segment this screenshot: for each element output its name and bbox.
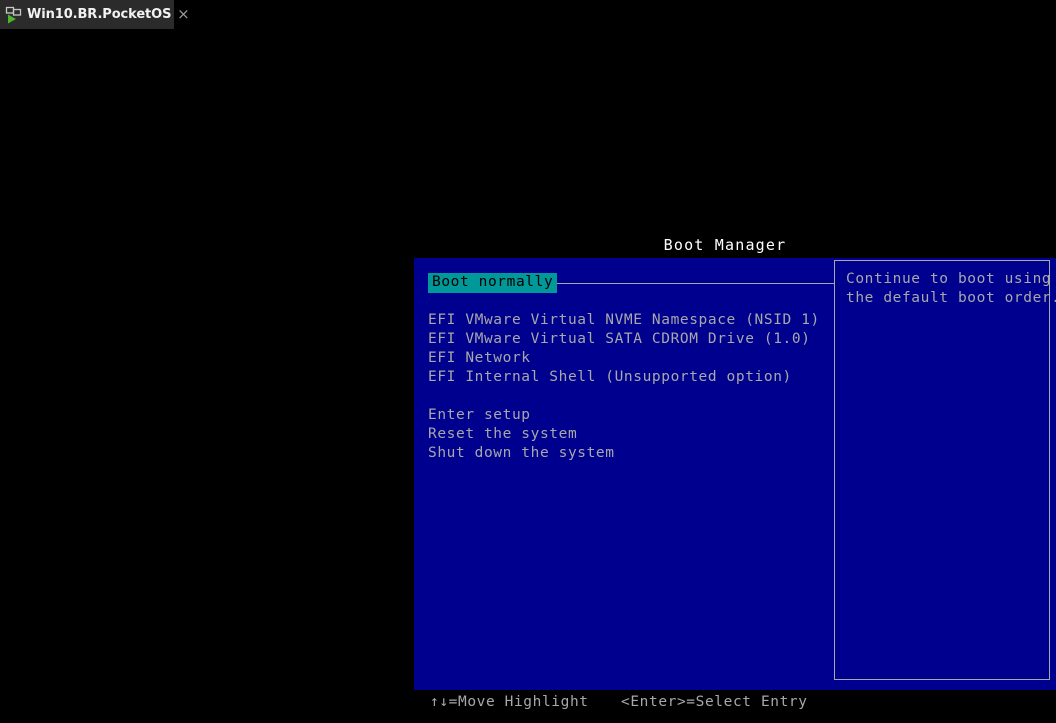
menu-spacer xyxy=(428,292,833,311)
boot-menu-item-label: EFI VMware Virtual SATA CDROM Drive (1.0… xyxy=(428,331,811,347)
boot-menu-item-label: EFI Internal Shell (Unsupported option) xyxy=(428,369,792,385)
tab-bar: Win10.BR.PocketOS × xyxy=(0,0,1056,29)
boot-menu-item-label: EFI Network xyxy=(428,350,531,366)
close-icon[interactable]: × xyxy=(171,3,195,27)
boot-menu-item-label: Boot normally xyxy=(428,273,558,293)
vm-tab-title: Win10.BR.PocketOS xyxy=(27,7,172,22)
boot-menu-item-label: Enter setup xyxy=(428,407,531,423)
help-line-1: Continue to boot using xyxy=(846,271,1052,287)
boot-menu-item-label: Shut down the system xyxy=(428,445,615,461)
vm-tab[interactable]: Win10.BR.PocketOS × xyxy=(0,0,190,29)
boot-menu-item[interactable]: EFI VMware Virtual SATA CDROM Drive (1.0… xyxy=(428,330,833,349)
boot-menu-item[interactable]: Enter setup xyxy=(428,406,833,425)
boot-menu[interactable]: Boot normally EFI VMware Virtual NVME Nam… xyxy=(428,273,833,463)
boot-menu-item[interactable]: Shut down the system xyxy=(428,444,833,463)
help-panel: Continue to boot using the default boot … xyxy=(834,260,1056,680)
page-title: Boot Manager xyxy=(663,236,787,254)
boot-manager-panel: Boot normally EFI VMware Virtual NVME Nam… xyxy=(414,258,1056,690)
vm-play-icon xyxy=(4,5,24,25)
boot-menu-item[interactable]: Reset the system xyxy=(428,425,833,444)
hint-select-entry: <Enter>=Select Entry xyxy=(621,694,808,710)
boot-menu-item-label: EFI VMware Virtual NVME Namespace (NSID … xyxy=(428,312,820,328)
key-hints-bar: ↑↓=Move Highlight <Enter>=Select Entry xyxy=(414,692,1056,716)
menu-spacer xyxy=(428,387,833,406)
boot-menu-item[interactable]: EFI VMware Virtual NVME Namespace (NSID … xyxy=(428,311,833,330)
help-text: Continue to boot using the default boot … xyxy=(835,261,1056,308)
hint-move-highlight: ↑↓=Move Highlight xyxy=(430,694,589,710)
boot-menu-item[interactable]: EFI Internal Shell (Unsupported option) xyxy=(428,368,833,387)
help-line-2: the default boot order. xyxy=(846,290,1056,306)
highlight-connector-line xyxy=(540,283,834,284)
vm-console-screen[interactable]: Boot Manager Boot normally EFI VMware Vir… xyxy=(0,29,1056,723)
boot-menu-item-label: Reset the system xyxy=(428,426,578,442)
boot-menu-item[interactable]: EFI Network xyxy=(428,349,833,368)
